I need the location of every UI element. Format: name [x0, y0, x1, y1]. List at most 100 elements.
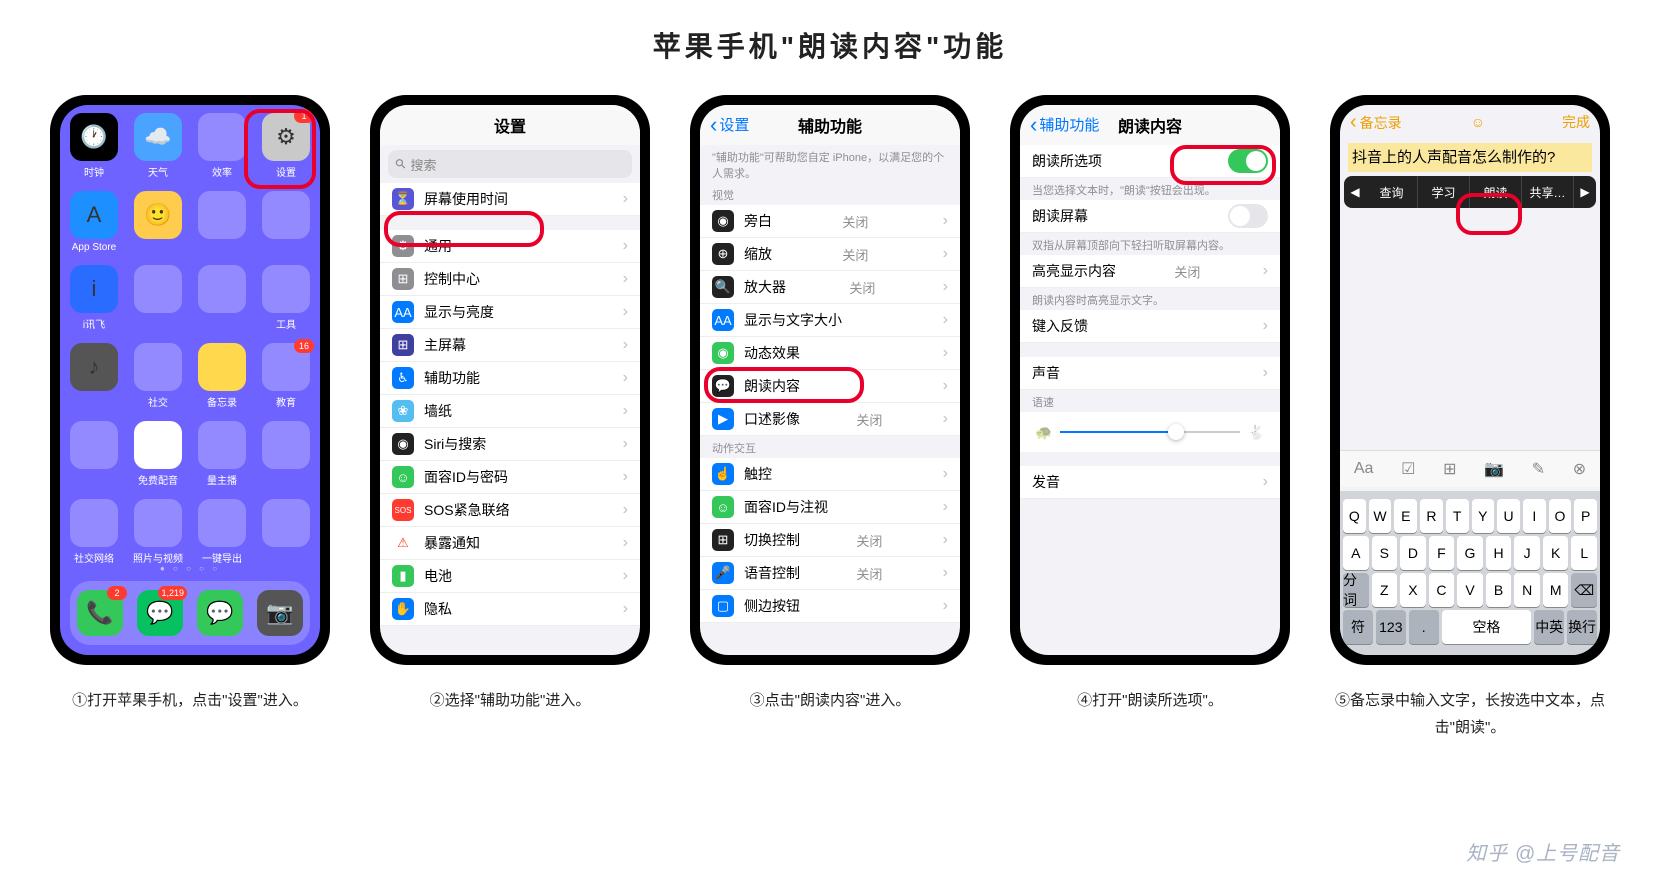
row-SOS紧急联络[interactable]: SOSSOS紧急联络 — [380, 494, 640, 527]
key-分词[interactable]: 分词 — [1343, 573, 1369, 607]
key-S[interactable]: S — [1372, 536, 1398, 570]
row-显示与亮度[interactable]: AA显示与亮度 — [380, 296, 640, 329]
app-照片与视频[interactable]: 照片与视频 — [132, 499, 184, 565]
menu-lookup[interactable]: 查询 — [1366, 176, 1418, 208]
toggle-off[interactable] — [1228, 204, 1268, 228]
search-input[interactable]: 搜索 — [388, 150, 632, 178]
key-符[interactable]: 符 — [1343, 610, 1373, 644]
row-控制中心[interactable]: ⊞控制中心 — [380, 263, 640, 296]
menu-next[interactable]: ▶ — [1574, 176, 1596, 208]
row-暴露通知[interactable]: ⚠︎暴露通知 — [380, 527, 640, 560]
key-N[interactable]: N — [1514, 573, 1540, 607]
key-U[interactable]: U — [1497, 499, 1520, 533]
key-O[interactable]: O — [1549, 499, 1572, 533]
row-侧边按钮[interactable]: ▢侧边按钮 — [700, 590, 960, 623]
app-天气[interactable]: ☁️天气 — [132, 113, 184, 179]
app-folder[interactable] — [196, 265, 248, 331]
row-显示与文字大小[interactable]: AA显示与文字大小 — [700, 304, 960, 337]
face-icon[interactable]: ☺ — [1471, 114, 1485, 130]
app-社交网络[interactable]: 社交网络 — [68, 499, 120, 565]
row-语音控制[interactable]: 🎤语音控制关闭 — [700, 557, 960, 590]
row-放大器[interactable]: 🔍放大器关闭 — [700, 271, 960, 304]
app-社交[interactable]: 社交 — [132, 343, 184, 409]
app-folder[interactable] — [68, 421, 120, 487]
back-button[interactable]: 设置 — [710, 112, 749, 138]
back-button[interactable]: 辅助功能 — [1030, 112, 1099, 138]
key-⌫[interactable]: ⌫ — [1571, 573, 1597, 607]
row-电池[interactable]: ▮电池 — [380, 560, 640, 593]
key-123[interactable]: 123 — [1376, 610, 1406, 644]
dock-app[interactable]: 📞2 — [77, 590, 123, 636]
row-隐私[interactable]: ✋隐私 — [380, 593, 640, 626]
row-主屏幕[interactable]: ⊞主屏幕 — [380, 329, 640, 362]
key-Y[interactable]: Y — [1472, 499, 1495, 533]
dock[interactable]: 📞2💬1,219💬📷 — [70, 581, 310, 645]
app-folder[interactable] — [196, 191, 248, 253]
app-folder[interactable] — [260, 499, 312, 565]
row-旁白[interactable]: ◉旁白关闭 — [700, 205, 960, 238]
dock-app[interactable]: 💬1,219 — [137, 590, 183, 636]
row-动态效果[interactable]: ◉动态效果 — [700, 337, 960, 370]
row-面容ID与注视[interactable]: ☺面容ID与注视 — [700, 491, 960, 524]
notes-toolbar[interactable]: Aa☑⊞📷✎⊗ — [1340, 450, 1600, 487]
key-I[interactable]: I — [1523, 499, 1546, 533]
row-highlight[interactable]: 高亮显示内容关闭 — [1020, 255, 1280, 288]
menu-share[interactable]: 共享… — [1522, 176, 1574, 208]
row-触控[interactable]: ☝触控 — [700, 458, 960, 491]
key-L[interactable]: L — [1571, 536, 1597, 570]
app-folder[interactable]: 🙂 — [132, 191, 184, 253]
app-一键导出[interactable]: 一键导出 — [196, 499, 248, 565]
page-dots[interactable]: ● ○ ○ ○ ○ — [60, 564, 320, 573]
app-folder[interactable] — [260, 191, 312, 253]
key-Q[interactable]: Q — [1343, 499, 1366, 533]
app-效率[interactable]: 效率 — [196, 113, 248, 179]
key-中英[interactable]: 中英 — [1534, 610, 1564, 644]
key-Z[interactable]: Z — [1372, 573, 1398, 607]
menu-prev[interactable]: ◀ — [1344, 176, 1366, 208]
key-C[interactable]: C — [1429, 573, 1455, 607]
app-folder[interactable]: ♪ — [68, 343, 120, 409]
key-P[interactable]: P — [1574, 499, 1597, 533]
key-M[interactable]: M — [1543, 573, 1569, 607]
row-切换控制[interactable]: ⊞切换控制关闭 — [700, 524, 960, 557]
key-B[interactable]: B — [1486, 573, 1512, 607]
keyboard[interactable]: QWERTYUIOP ASDFGHJKL 分词ZXCVBNM⌫ 符123.空格中英换行 — [1340, 491, 1600, 655]
row-口述影像[interactable]: ▶口述影像关闭 — [700, 403, 960, 436]
settings-list[interactable]: ⏳屏幕使用时间⚙︎通用⊞控制中心AA显示与亮度⊞主屏幕♿︎辅助功能❀墙纸◉Sir… — [380, 183, 640, 626]
row-墙纸[interactable]: ❀墙纸 — [380, 395, 640, 428]
key-K[interactable]: K — [1543, 536, 1569, 570]
row-辅助功能[interactable]: ♿︎辅助功能 — [380, 362, 640, 395]
app-i讯飞[interactable]: ii讯飞 — [68, 265, 120, 331]
app-工具[interactable]: 工具 — [260, 265, 312, 331]
key-E[interactable]: E — [1394, 499, 1417, 533]
key-X[interactable]: X — [1400, 573, 1426, 607]
app-App Store[interactable]: AApp Store — [68, 191, 120, 253]
row-speak-screen[interactable]: 朗读屏幕 — [1020, 200, 1280, 233]
row-typing-feedback[interactable]: 键入反馈 — [1020, 310, 1280, 343]
key-J[interactable]: J — [1514, 536, 1540, 570]
row-pronunciations[interactable]: 发音 — [1020, 466, 1280, 499]
key-R[interactable]: R — [1420, 499, 1443, 533]
key-T[interactable]: T — [1446, 499, 1469, 533]
rate-slider[interactable] — [1020, 412, 1280, 452]
key-F[interactable]: F — [1429, 536, 1455, 570]
key-空格[interactable]: 空格 — [1442, 610, 1532, 644]
app-folder[interactable] — [132, 265, 184, 331]
key-G[interactable]: G — [1457, 536, 1483, 570]
app-免费配音[interactable]: 免费配音 — [132, 421, 184, 487]
note-text[interactable]: 抖音上的人声配音怎么制作的? — [1348, 143, 1592, 172]
app-folder[interactable] — [260, 421, 312, 487]
key-V[interactable]: V — [1457, 573, 1483, 607]
row-缩放[interactable]: ⊕缩放关闭 — [700, 238, 960, 271]
app-时钟[interactable]: 🕐时钟 — [68, 113, 120, 179]
key-.[interactable]: . — [1409, 610, 1439, 644]
key-W[interactable]: W — [1369, 499, 1392, 533]
key-换行[interactable]: 换行 — [1567, 610, 1597, 644]
key-D[interactable]: D — [1400, 536, 1426, 570]
key-A[interactable]: A — [1343, 536, 1369, 570]
key-H[interactable]: H — [1486, 536, 1512, 570]
dock-app[interactable]: 💬 — [197, 590, 243, 636]
app-备忘录[interactable]: 备忘录 — [196, 343, 248, 409]
motor-list[interactable]: ☝触控☺面容ID与注视⊞切换控制关闭🎤语音控制关闭▢侧边按钮 — [700, 458, 960, 623]
done-button[interactable]: 完成 — [1562, 112, 1590, 132]
